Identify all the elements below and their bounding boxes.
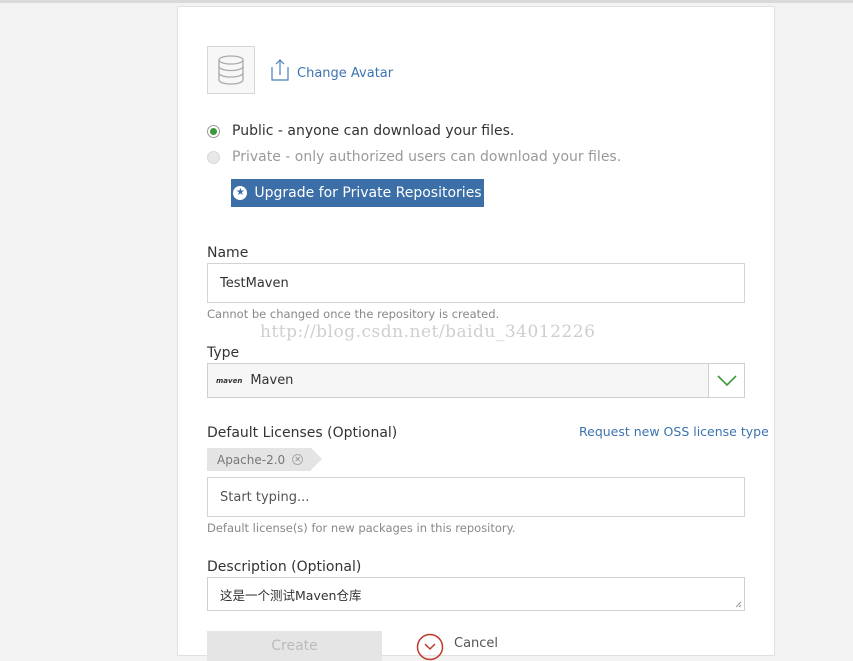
top-border xyxy=(0,0,853,3)
private-option: Private - only authorized users can down… xyxy=(207,149,621,165)
upload-icon[interactable] xyxy=(271,58,289,82)
description-textarea[interactable]: 这是一个测试Maven仓库 xyxy=(207,577,745,611)
name-hint: Cannot be changed once the repository is… xyxy=(207,307,500,321)
licenses-label: Default Licenses (Optional) xyxy=(207,425,398,441)
description-value: 这是一个测试Maven仓库 xyxy=(220,587,362,603)
name-label: Name xyxy=(207,245,249,261)
private-label: Private - only authorized users can down… xyxy=(232,149,622,165)
private-radio xyxy=(207,150,220,164)
remove-tag-icon[interactable]: ✕ xyxy=(292,454,304,465)
name-input[interactable]: TestMaven xyxy=(207,263,745,303)
public-label: Public - anyone can download your files. xyxy=(232,123,515,139)
maven-logo: maven xyxy=(216,376,243,385)
watermark: http://blog.csdn.net/baidu_34012226 xyxy=(260,322,596,342)
type-value: Maven xyxy=(250,373,294,388)
public-option[interactable]: Public - anyone can download your files. xyxy=(207,123,514,139)
chevron-down-icon[interactable] xyxy=(708,364,744,397)
change-avatar-link[interactable]: Change Avatar xyxy=(297,66,393,81)
cancel-icon[interactable] xyxy=(416,633,444,661)
star-icon: ★ xyxy=(233,186,248,200)
license-hint: Default license(s) for new packages in t… xyxy=(207,521,516,535)
public-radio[interactable] xyxy=(207,124,220,138)
license-tag-label: Apache-2.0 xyxy=(217,452,286,467)
resize-handle-icon[interactable] xyxy=(735,601,742,608)
license-input[interactable]: Start typing... xyxy=(207,477,745,517)
type-select[interactable]: maven Maven xyxy=(207,363,745,398)
description-label: Description (Optional) xyxy=(207,559,362,575)
create-button[interactable]: Create xyxy=(207,631,382,661)
repository-avatar xyxy=(207,46,255,94)
request-license-link[interactable]: Request new OSS license type xyxy=(579,424,769,439)
type-label: Type xyxy=(207,345,240,361)
database-icon xyxy=(218,55,244,85)
license-tag: Apache-2.0 ✕ xyxy=(207,448,323,471)
upgrade-label: Upgrade for Private Repositories xyxy=(254,185,482,201)
upgrade-button[interactable]: ★ Upgrade for Private Repositories xyxy=(231,179,484,207)
